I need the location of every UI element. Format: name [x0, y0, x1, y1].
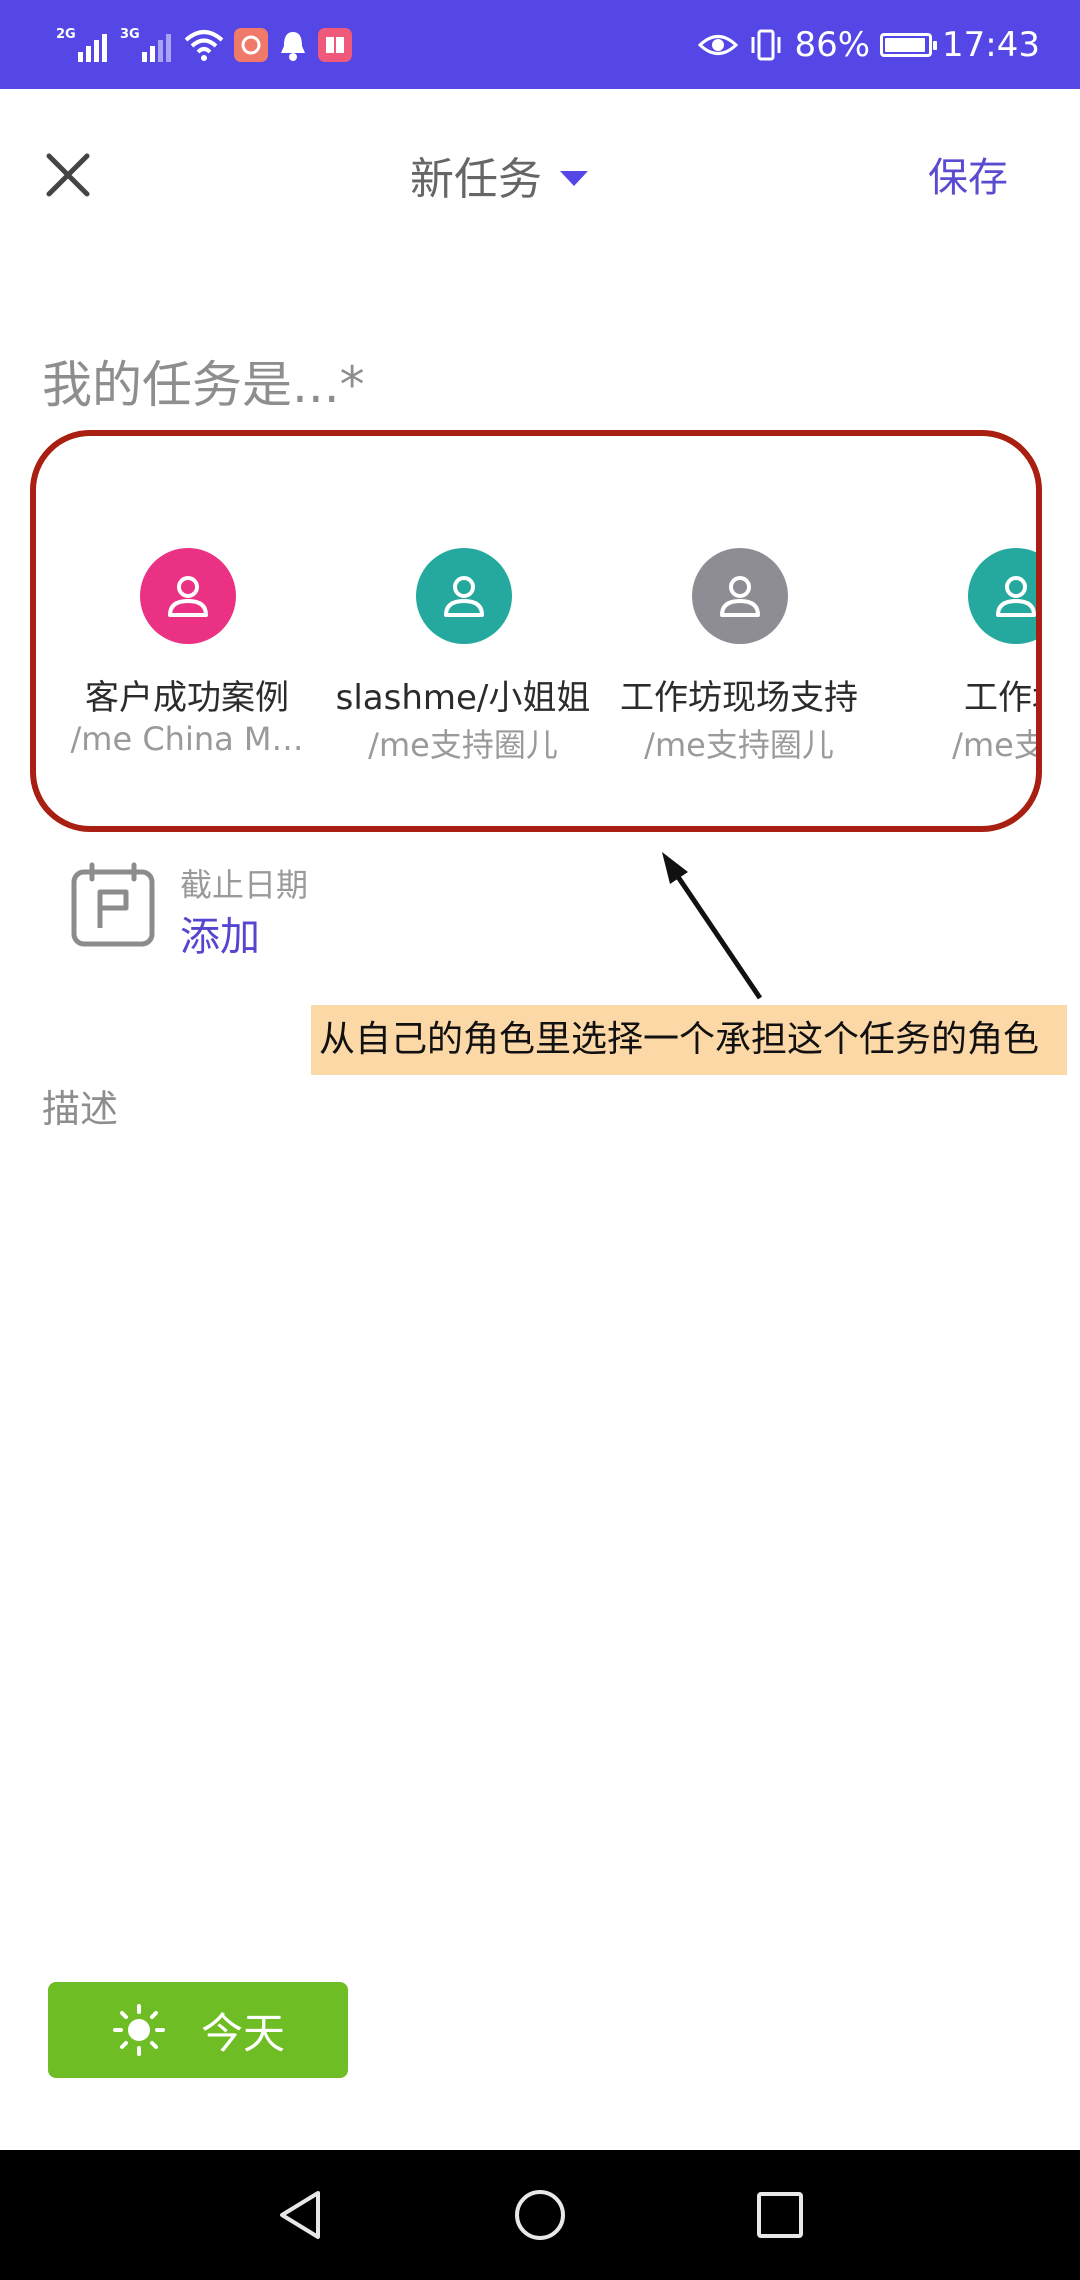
role-name: 客户成功案例	[85, 678, 289, 718]
page-title: 新任务	[410, 154, 542, 205]
book-app-icon	[318, 28, 352, 62]
home-circle-icon	[515, 2190, 565, 2240]
task-name-input[interactable]: 我的任务是...*	[42, 345, 365, 417]
avatar	[416, 548, 512, 644]
network-type-label: 3G	[120, 27, 140, 42]
calendar-flag-icon[interactable]	[70, 862, 156, 948]
app-notification-icon	[234, 28, 268, 62]
status-bar-right: 86% 17:43	[698, 22, 1040, 68]
role-circle: /me支持圈儿	[644, 726, 834, 764]
person-icon	[720, 576, 760, 617]
role-circle: /me支持圈儿	[368, 726, 558, 764]
battery-percent: 86%	[794, 25, 871, 65]
close-button[interactable]	[38, 145, 98, 205]
avatar	[692, 548, 788, 644]
role-name: 工作坊	[964, 678, 1042, 718]
avatar	[140, 548, 236, 644]
annotation-label: 从自己的角色里选择一个承担这个任务的角色	[311, 1005, 1067, 1075]
save-button[interactable]: 保存	[928, 145, 1008, 203]
person-icon	[168, 576, 208, 617]
due-date-label: 截止日期	[180, 866, 309, 904]
clock: 17:43	[942, 25, 1040, 65]
status-bar-left: 2G 3G	[56, 22, 352, 68]
description-input[interactable]: 描述	[42, 1078, 118, 1133]
role-name: 工作坊现场支持	[620, 678, 858, 718]
signal-icon: 2G	[56, 28, 110, 62]
bell-icon	[281, 32, 305, 61]
person-icon	[996, 576, 1036, 617]
role-circle: /me China M…	[70, 720, 304, 758]
role-name: slashme/小姐姐	[335, 678, 591, 718]
recents-button[interactable]	[745, 2180, 815, 2250]
back-button[interactable]	[265, 2180, 335, 2250]
close-icon	[46, 153, 90, 197]
role-selector[interactable]: 客户成功案例 /me China M… slashme/小姐姐 /me支持圈儿 …	[30, 430, 1042, 832]
today-button[interactable]: 今天	[48, 1982, 348, 2078]
home-button[interactable]	[505, 2180, 575, 2250]
back-triangle-icon	[280, 2191, 320, 2239]
signal-icon: 3G	[120, 28, 174, 62]
annotation-arrow	[662, 852, 763, 1000]
status-bar: 2G 3G 86% 17:43	[0, 0, 1080, 89]
eye-icon	[698, 35, 739, 55]
navigation-bar	[0, 2150, 1080, 2280]
wifi-icon	[184, 30, 224, 61]
recents-square-icon	[757, 2192, 803, 2238]
today-label: 今天	[200, 2008, 285, 2058]
add-due-date-button[interactable]: 添加	[180, 904, 260, 962]
avatar	[968, 548, 1042, 644]
vibrate-icon	[751, 29, 781, 61]
task-type-dropdown[interactable]: 新任务	[410, 142, 588, 208]
dropdown-caret-icon	[560, 170, 588, 186]
sun-icon	[112, 2004, 165, 2056]
network-type-label: 2G	[56, 27, 76, 42]
role-circle: /me支持	[952, 726, 1042, 764]
battery-icon	[880, 33, 938, 57]
person-icon	[444, 576, 484, 617]
